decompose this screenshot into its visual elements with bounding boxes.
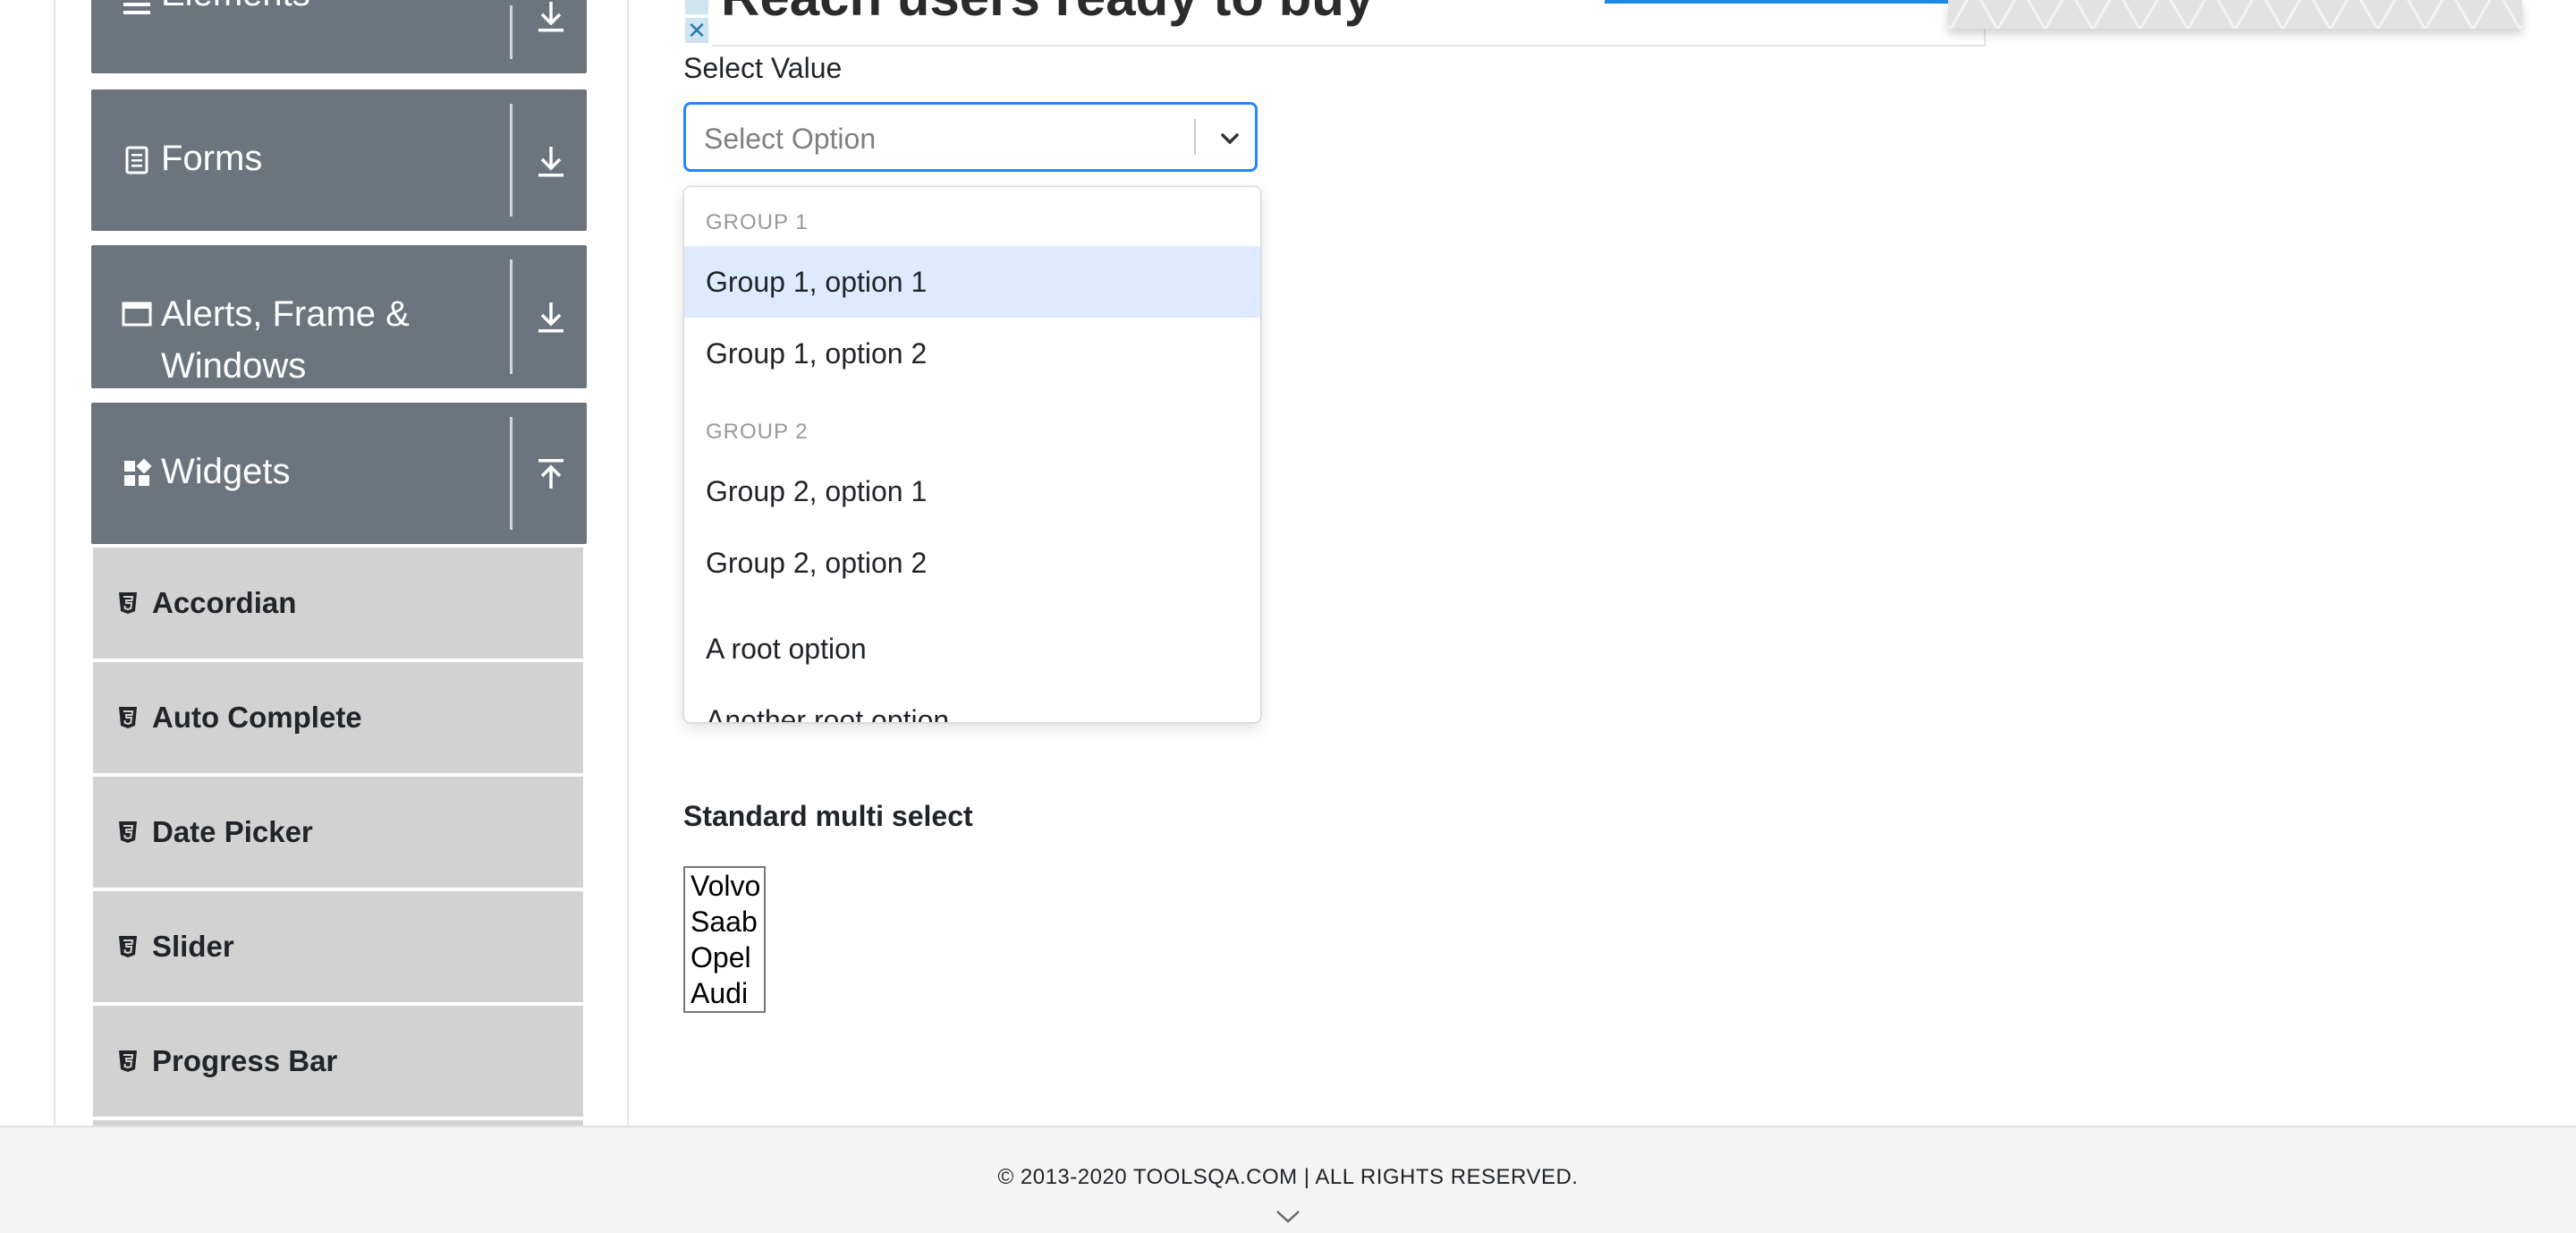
sidebar-group-label: Elements	[161, 0, 310, 20]
option-group2-1[interactable]: Group 2, option 1	[684, 455, 1260, 527]
ad-frame-border	[712, 45, 1986, 47]
ad-close-icon[interactable]: ✕	[685, 18, 708, 43]
multi-option[interactable]: Audi	[691, 975, 748, 1011]
sidebar-item-label: Slider	[152, 930, 234, 963]
select-value-dropdown[interactable]: Select Option	[683, 102, 1258, 172]
ad-button-edge[interactable]	[1605, 0, 1950, 4]
window-icon	[122, 302, 152, 327]
sidebar-group-label: Alerts, Frame &	[161, 294, 410, 334]
left-border	[54, 0, 55, 1126]
option-group1-1[interactable]: Group 1, option 1	[684, 246, 1260, 318]
option-root-1[interactable]: A root option	[684, 613, 1260, 685]
ad-info-icon[interactable]	[685, 0, 708, 14]
sidebar-item-accordian[interactable]: Accordian	[93, 548, 583, 659]
multi-select-list[interactable]: Volvo Saab Opel Audi	[683, 866, 766, 1013]
divider	[510, 417, 513, 530]
multi-select-title: Standard multi select	[683, 800, 973, 832]
html5-icon	[119, 592, 137, 614]
sidebar-group-label-line2: Windows	[161, 346, 307, 386]
group-heading: GROUP 2	[706, 420, 809, 444]
footer-copyright: © 2013-2020 TOOLSQA.COM | ALL RIGHTS RES…	[997, 1165, 1579, 1189]
divider	[510, 104, 513, 217]
sidebar-item-slider[interactable]: Slider	[93, 891, 583, 1002]
download-arrow-icon[interactable]	[535, 143, 567, 179]
html5-icon	[119, 821, 137, 843]
option-group1-2[interactable]: Group 1, option 2	[684, 318, 1260, 389]
sidebar-item-label: Progress Bar	[152, 1044, 338, 1077]
multi-option[interactable]: Opel	[691, 940, 751, 975]
sidebar-item-label: Accordian	[152, 586, 297, 619]
download-arrow-icon[interactable]	[535, 299, 567, 335]
divider	[510, 259, 513, 374]
chevron-down-icon[interactable]	[1214, 123, 1246, 155]
sidebar-item-auto-complete[interactable]: Auto Complete	[93, 662, 583, 773]
multi-option[interactable]: Saab	[691, 904, 758, 940]
widgets-icon	[124, 458, 152, 486]
chevron-down-icon[interactable]	[1275, 1206, 1301, 1226]
sidebar-group-widgets[interactable]: Widgets	[91, 403, 587, 544]
ad-banner[interactable]	[1948, 0, 2522, 29]
multi-option[interactable]: Volvo	[691, 868, 760, 904]
select-placeholder: Select Option	[704, 123, 877, 155]
option-group2-2[interactable]: Group 2, option 2	[684, 527, 1260, 599]
upload-arrow-icon[interactable]	[535, 456, 567, 492]
option-root-2[interactable]: Another root option	[684, 685, 1260, 722]
indicator-separator	[1194, 119, 1196, 155]
sidebar-item-progress-bar[interactable]: Progress Bar	[93, 1006, 583, 1117]
select-options-menu[interactable]: GROUP 1 Group 1, option 1 Group 1, optio…	[683, 186, 1261, 723]
document-icon	[125, 146, 148, 174]
sidebar-group-forms[interactable]: Forms	[91, 89, 587, 231]
sidebar-item-date-picker[interactable]: Date Picker	[93, 777, 583, 888]
html5-icon	[119, 936, 137, 957]
sidebar-item-label: Auto Complete	[152, 701, 362, 734]
html5-icon	[119, 1050, 137, 1072]
list-icon	[123, 3, 150, 14]
ad-headline[interactable]: Reach users ready to buy	[721, 0, 1374, 28]
sidebar-border	[627, 0, 629, 1126]
sidebar-item-label: Date Picker	[152, 815, 313, 848]
sidebar-group-alerts[interactable]: Alerts, Frame & Windows	[91, 245, 587, 388]
footer: © 2013-2020 TOOLSQA.COM | ALL RIGHTS RES…	[0, 1126, 2576, 1233]
download-arrow-icon[interactable]	[535, 0, 567, 34]
divider	[510, 5, 513, 59]
group-heading: GROUP 1	[706, 210, 809, 234]
html5-icon	[119, 707, 137, 728]
sidebar-group-elements[interactable]: Elements	[91, 0, 587, 73]
sidebar-group-label: Widgets	[161, 452, 291, 491]
select-value-label: Select Value	[683, 52, 843, 84]
sidebar-group-label: Forms	[161, 139, 263, 178]
